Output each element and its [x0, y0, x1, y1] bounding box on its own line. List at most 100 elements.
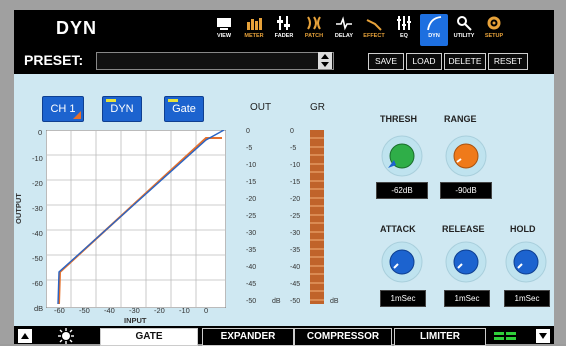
brightness-icon[interactable]: [58, 328, 74, 344]
y-tick: -20: [32, 179, 43, 188]
meter-tick: -45: [246, 281, 257, 288]
page-title: DYN: [56, 18, 98, 38]
meter-tick: -20: [290, 196, 301, 203]
preset-bar: PRESET: SAVE LOAD DELETE RESET: [14, 48, 554, 74]
load-button[interactable]: LOAD: [406, 53, 442, 70]
toolbar-delay-button[interactable]: DELAY: [330, 14, 358, 46]
transfer-curve-graph[interactable]: [46, 130, 226, 308]
view-icon: [217, 18, 231, 30]
tab-gate[interactable]: GATE: [100, 328, 198, 346]
meter-tick: -15: [246, 179, 257, 186]
device-frame: DYN VIEW METER FADER PATCH DELAY EFFECT …: [0, 0, 566, 346]
patch-icon: [307, 16, 321, 30]
toolbar-view-button[interactable]: VIEW: [210, 14, 238, 46]
toolbar-dyn-button[interactable]: DYN: [420, 14, 448, 46]
meter-tick: 0: [290, 128, 294, 135]
meter-tick: -45: [290, 281, 301, 288]
out-meter-label: OUT: [250, 102, 272, 113]
toolbar-utility-button[interactable]: UTILITY: [450, 14, 478, 46]
reset-button[interactable]: RESET: [488, 53, 528, 70]
corner-flag-icon: [73, 111, 81, 119]
attack-value[interactable]: 1mSec: [380, 290, 426, 307]
meter-tick: -25: [246, 213, 257, 220]
top-bar: DYN VIEW METER FADER PATCH DELAY EFFECT …: [14, 10, 554, 48]
hold-knob[interactable]: [504, 240, 548, 284]
thresh-knob[interactable]: [380, 134, 424, 178]
gate-toggle-button[interactable]: Gate: [164, 96, 204, 122]
meter-tick: -25: [290, 213, 301, 220]
delete-button[interactable]: DELETE: [444, 53, 486, 70]
meter-tick: -20: [246, 196, 257, 203]
bottom-bar: GATE EXPANDER COMPRESSOR LIMITER: [14, 326, 554, 346]
y-tick: -60: [32, 279, 43, 288]
range-value[interactable]: -90dB: [440, 182, 492, 199]
scroll-down-button[interactable]: [536, 329, 550, 343]
meter-tick: 0: [246, 128, 250, 135]
attack-knob[interactable]: [380, 240, 424, 284]
x-tick: 0: [204, 306, 209, 315]
toolbar-eq-button[interactable]: EQ: [390, 14, 418, 46]
meter-tick: -15: [290, 179, 301, 186]
screen: DYN VIEW METER FADER PATCH DELAY EFFECT …: [14, 10, 554, 346]
preset-name-field[interactable]: [96, 52, 334, 70]
y-unit: dB: [34, 304, 44, 313]
hold-value[interactable]: 1mSec: [504, 290, 550, 307]
utility-icon: [457, 16, 472, 31]
dyn-icon: [427, 16, 442, 31]
toolbar-fader-button[interactable]: FADER: [270, 14, 298, 46]
scroll-up-button[interactable]: [18, 329, 32, 343]
meter-unit: dB: [330, 298, 339, 305]
preset-spinner[interactable]: [318, 52, 332, 69]
tab-limiter[interactable]: LIMITER: [394, 328, 486, 346]
channel-select-button[interactable]: CH 1: [42, 96, 84, 122]
range-label: RANGE: [444, 114, 477, 124]
toolbar-meter-button[interactable]: METER: [240, 14, 268, 46]
release-value[interactable]: 1mSec: [444, 290, 490, 307]
indicator-flag: [168, 99, 178, 102]
meter-tick: -35: [246, 247, 257, 254]
tab-compressor[interactable]: COMPRESSOR: [294, 328, 392, 346]
meter-tick: -30: [290, 230, 301, 237]
x-tick: -40: [104, 306, 115, 315]
toolbar-setup-button[interactable]: SETUP: [480, 14, 508, 46]
thresh-value[interactable]: -62dB: [376, 182, 428, 199]
meter-tick: -50: [246, 298, 257, 305]
tab-expander[interactable]: EXPANDER: [202, 328, 294, 346]
meter-unit: dB: [272, 298, 281, 305]
up-down-arrow-icon: [321, 54, 329, 67]
gr-meter-bar: [310, 130, 324, 304]
x-tick: -30: [129, 306, 140, 315]
attack-label: ATTACK: [380, 224, 416, 234]
range-knob[interactable]: [444, 134, 488, 178]
preset-label: PRESET:: [24, 52, 84, 68]
x-tick: -60: [54, 306, 65, 315]
dyn-panel: CH 1 DYN Gate 0 -10 -20 -30 -40 -50 -60 …: [14, 74, 554, 326]
x-tick: -50: [79, 306, 90, 315]
meter-tick: -30: [246, 230, 257, 237]
delay-icon: [336, 16, 352, 31]
hold-label: HOLD: [510, 224, 536, 234]
dyn-toggle-button[interactable]: DYN: [102, 96, 142, 122]
indicator-flag: [106, 99, 116, 102]
y-tick: -10: [32, 154, 43, 163]
toolbar-effect-button[interactable]: EFFECT: [360, 14, 388, 46]
fader-icon: [277, 16, 290, 30]
y-tick: 0: [38, 128, 43, 137]
meter-tick: -10: [290, 162, 301, 169]
meter-tick: -5: [246, 145, 253, 152]
x-tick: -20: [154, 306, 165, 315]
meter-tick: -5: [290, 145, 297, 152]
x-tick: -10: [179, 306, 190, 315]
meter-tick: -10: [246, 162, 257, 169]
gr-meter-label: GR: [310, 102, 325, 113]
meter-tick: -40: [246, 264, 257, 271]
thresh-label: THRESH: [380, 114, 418, 124]
toolbar-patch-button[interactable]: PATCH: [300, 14, 328, 46]
x-axis-label: INPUT: [124, 316, 147, 325]
level-indicator-icon: [494, 332, 516, 340]
meter-tick: -35: [290, 247, 301, 254]
release-knob[interactable]: [444, 240, 488, 284]
y-tick: -50: [32, 254, 43, 263]
effect-icon: [366, 19, 382, 31]
save-button[interactable]: SAVE: [368, 53, 404, 70]
